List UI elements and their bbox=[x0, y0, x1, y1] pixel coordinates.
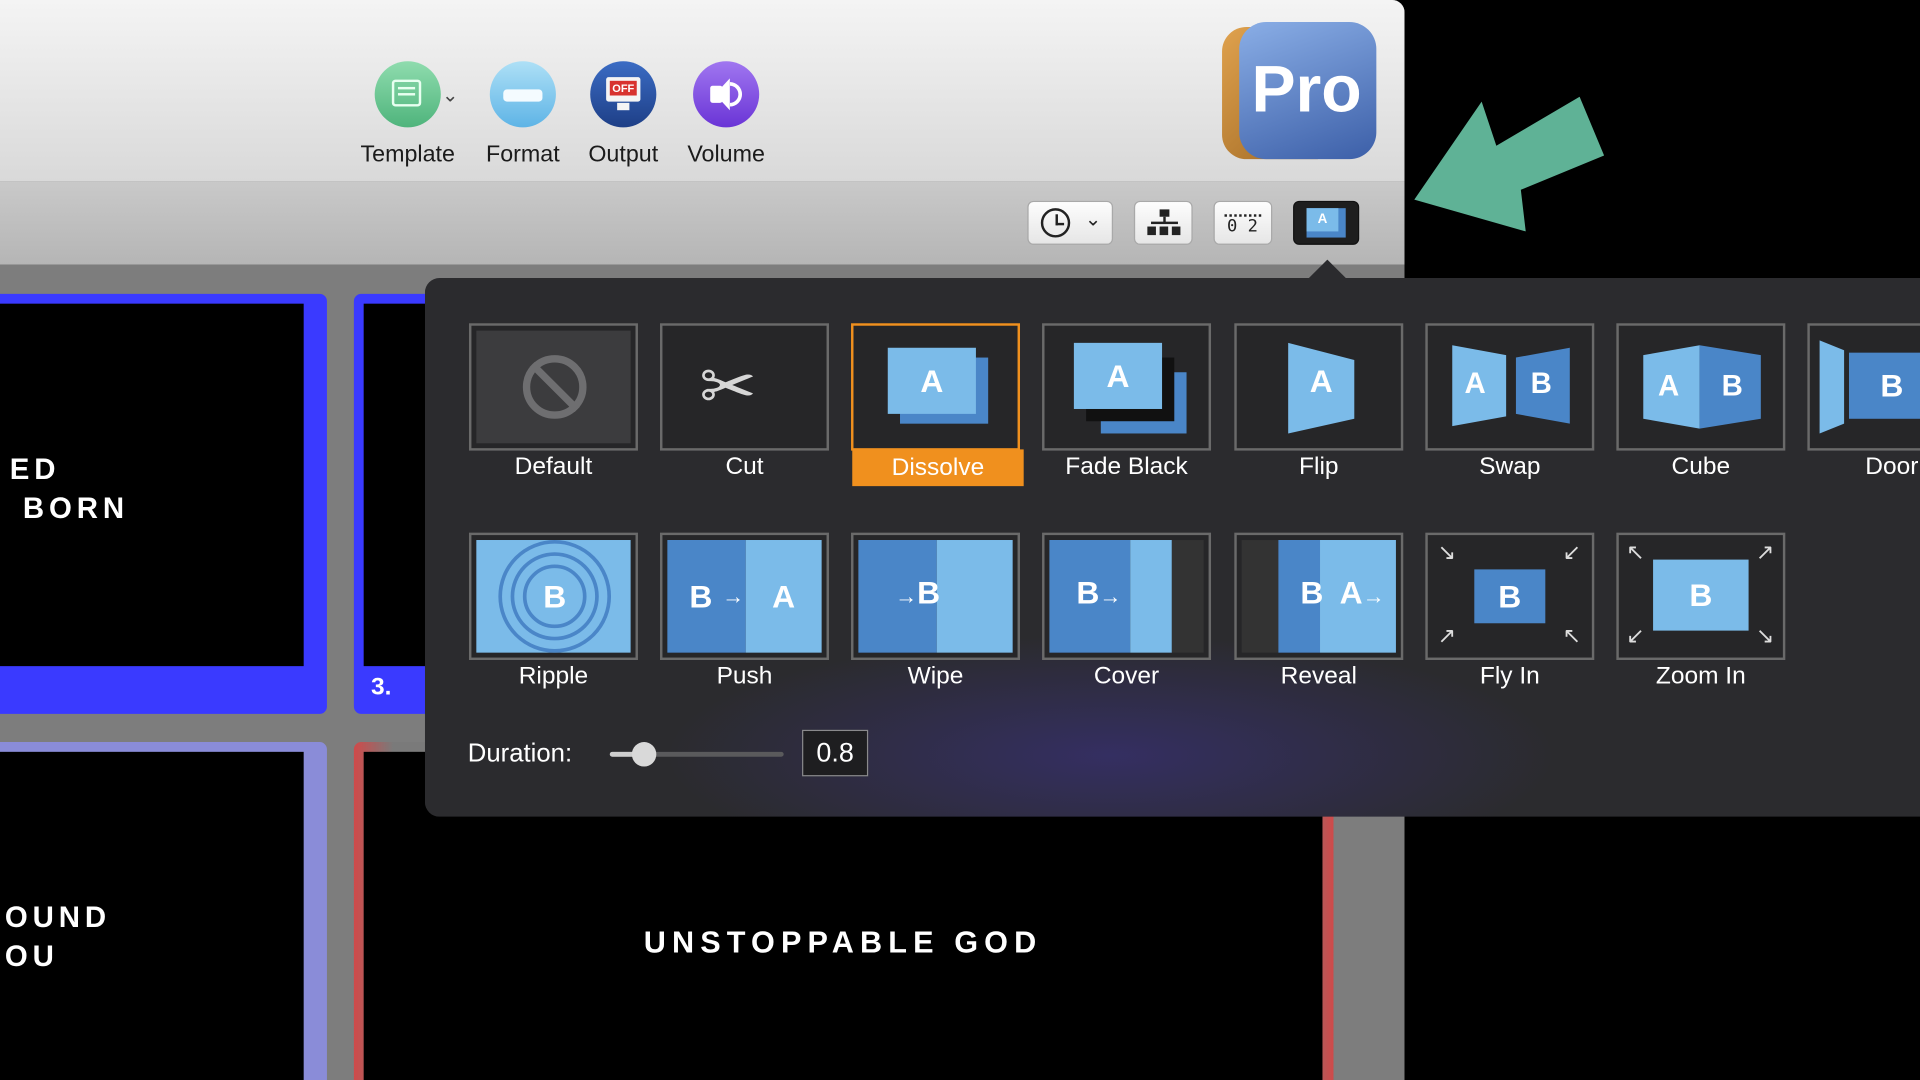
transition-default[interactable] bbox=[468, 323, 638, 451]
transition-label: Fade Black bbox=[1065, 453, 1188, 481]
format-button[interactable]: Format bbox=[475, 61, 571, 169]
main-toolbar: ⌄ Template Format OFF Output Volume Pro bbox=[0, 0, 1405, 182]
transition-ripple[interactable]: B bbox=[468, 532, 638, 661]
arrow-out-icon: ↙ bbox=[1626, 623, 1645, 648]
transition-swap[interactable]: A B bbox=[1425, 323, 1595, 451]
arrow-out-icon: ↘ bbox=[1755, 623, 1775, 648]
transition-fly-in[interactable]: B ↘ ↙ ↗ ↖ bbox=[1425, 532, 1595, 661]
arrow-in-icon: ↘ bbox=[1437, 540, 1457, 565]
output-icon: OFF bbox=[590, 61, 657, 128]
propresenter-logo: Pro bbox=[1222, 22, 1377, 160]
transition-label: Cube bbox=[1671, 453, 1731, 481]
pointer-arrow-icon bbox=[1414, 96, 1605, 232]
arrow-right-icon: → bbox=[1099, 584, 1122, 609]
transition-fade-black[interactable]: A bbox=[1042, 323, 1212, 451]
format-label: Format bbox=[486, 142, 560, 168]
clock-button[interactable]: ⌄ bbox=[1027, 200, 1114, 245]
slide-text: UNSTOPPABLE GOD bbox=[643, 925, 1043, 961]
prohibited-icon bbox=[522, 355, 587, 419]
chevron-down-icon: ⌄ bbox=[442, 85, 459, 107]
hierarchy-icon bbox=[1147, 209, 1181, 236]
transition-label: Wipe bbox=[907, 662, 964, 690]
clock-icon bbox=[1040, 208, 1071, 238]
arrow-right-icon: → bbox=[722, 583, 745, 608]
output-button[interactable]: OFF Output bbox=[576, 61, 672, 169]
arrow-right-icon: → bbox=[895, 584, 918, 609]
arrow-in-icon: ↙ bbox=[1562, 540, 1581, 565]
slide-thumbnail[interactable]: OUND OU bbox=[0, 742, 327, 1080]
transition-flip[interactable]: A bbox=[1234, 323, 1404, 451]
transition-dissolve[interactable]: A bbox=[851, 323, 1021, 451]
transition-wipe[interactable]: →B bbox=[851, 532, 1021, 661]
transition-zoom-in[interactable]: B ↖ ↗ ↙ ↘ bbox=[1616, 532, 1786, 661]
arrow-in-icon: ↖ bbox=[1562, 623, 1581, 648]
slider-thumb[interactable] bbox=[632, 742, 657, 767]
transition-label: Swap bbox=[1479, 453, 1541, 481]
volume-button[interactable]: Volume bbox=[678, 61, 774, 169]
transition-cover[interactable]: B→ bbox=[1042, 532, 1212, 661]
template-label: Template bbox=[360, 142, 455, 168]
logo-text: Pro bbox=[1251, 52, 1362, 127]
transition-label: Cover bbox=[1093, 662, 1160, 690]
duration-slider[interactable] bbox=[609, 742, 784, 767]
slide-text: OU bbox=[4, 940, 59, 974]
output-label: Output bbox=[588, 142, 659, 168]
arrow-in-icon: ↗ bbox=[1437, 623, 1457, 648]
slide-number: 3. bbox=[371, 673, 392, 701]
transition-label: Reveal bbox=[1280, 662, 1357, 690]
transition-label: Ripple bbox=[518, 662, 589, 690]
secondary-toolbar: ⌄ 0 2 A bbox=[0, 181, 1405, 266]
slide-text: OUND bbox=[4, 901, 112, 935]
chevron-down-icon: ⌄ bbox=[1084, 209, 1102, 231]
transition-cut[interactable]: ✂ bbox=[660, 323, 829, 451]
scissors-icon: ✂ bbox=[699, 347, 757, 425]
transition-button[interactable]: A bbox=[1293, 200, 1360, 245]
timecode-icon bbox=[1224, 209, 1262, 217]
transition-label: Flip bbox=[1299, 453, 1339, 481]
transition-label: Push bbox=[716, 662, 773, 690]
output-off-badge: OFF bbox=[609, 80, 637, 96]
transition-label: Dissolve bbox=[852, 449, 1024, 487]
arrow-right-icon: → bbox=[1362, 584, 1385, 609]
transition-icon: A bbox=[1306, 208, 1346, 238]
slide-text: BORN bbox=[9, 492, 129, 526]
volume-icon bbox=[693, 61, 760, 128]
slide-thumbnail[interactable]: ED BORN bbox=[0, 293, 327, 714]
transition-push[interactable]: B → A bbox=[660, 532, 829, 661]
transition-label: Zoom In bbox=[1655, 662, 1746, 690]
template-button[interactable]: ⌄ Template bbox=[353, 61, 463, 169]
transition-label: Fly In bbox=[1479, 662, 1540, 690]
timecode-text: 0 2 bbox=[1226, 216, 1258, 237]
volume-label: Volume bbox=[687, 142, 765, 168]
transition-popover: Default ✂ Cut A Dissolve A Fade Black A … bbox=[424, 277, 1920, 817]
duration-label: Duration: bbox=[467, 739, 573, 768]
transition-reveal[interactable]: B A→ bbox=[1234, 532, 1404, 661]
popover-pointer bbox=[1307, 259, 1347, 280]
format-icon bbox=[489, 61, 556, 128]
duration-field[interactable]: 0.8 bbox=[802, 729, 869, 777]
timecode-button[interactable]: 0 2 bbox=[1213, 200, 1273, 245]
transition-cube[interactable]: A B bbox=[1616, 323, 1786, 451]
transition-door[interactable]: B bbox=[1807, 323, 1920, 451]
slide-text: ED bbox=[9, 453, 61, 487]
transition-label: Default bbox=[514, 453, 593, 481]
transition-label: Door bbox=[1865, 453, 1919, 481]
template-icon bbox=[374, 61, 441, 128]
hierarchy-button[interactable] bbox=[1133, 200, 1193, 245]
arrow-out-icon: ↖ bbox=[1626, 540, 1645, 565]
transition-label: Cut bbox=[725, 453, 764, 481]
arrow-out-icon: ↗ bbox=[1755, 540, 1775, 565]
